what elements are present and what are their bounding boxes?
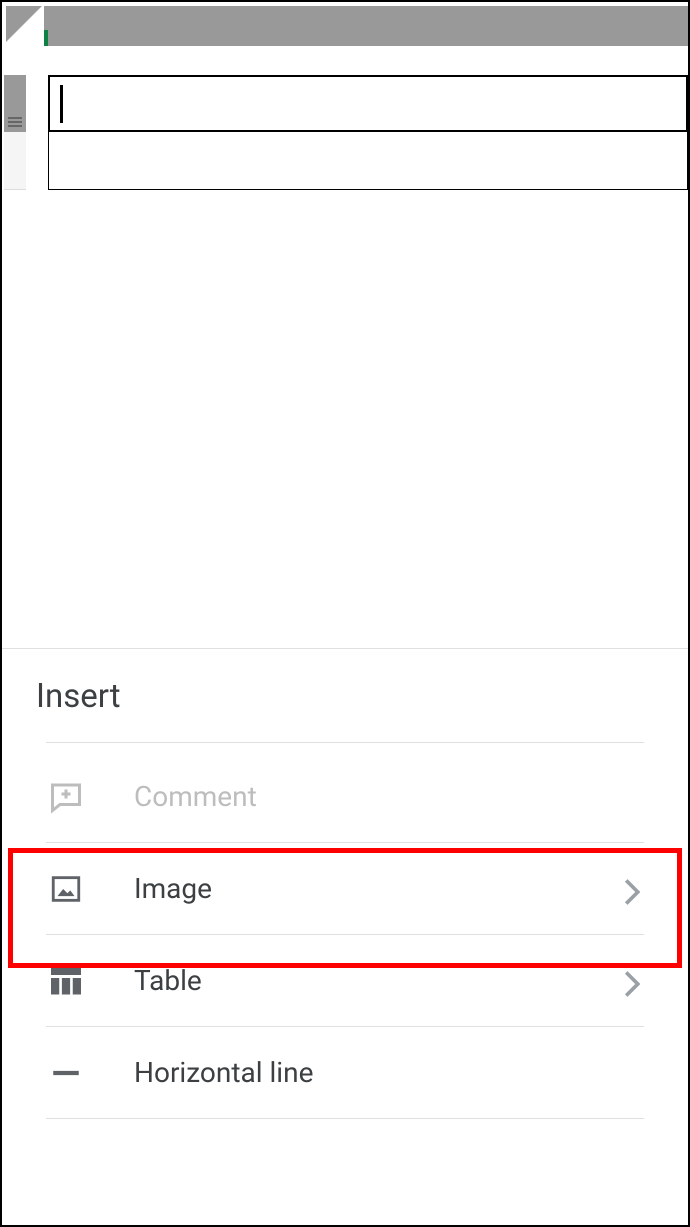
divider: [46, 742, 644, 743]
column-header-bar: [44, 6, 688, 46]
menu-item-comment: Comment: [46, 751, 644, 843]
menu-item-image[interactable]: Image: [46, 843, 644, 935]
menu-label: Horizontal line: [134, 1056, 644, 1089]
cell[interactable]: [48, 132, 688, 190]
active-cell[interactable]: [48, 75, 688, 132]
chevron-right-icon: [624, 971, 644, 991]
menu-label: Comment: [134, 780, 644, 813]
corner-cell: [6, 6, 42, 42]
document-editor-area: [2, 2, 688, 648]
drag-handle-icon: [8, 117, 22, 119]
menu-item-table[interactable]: Table: [46, 935, 644, 1027]
menu-item-horizontal-line[interactable]: Horizontal line: [46, 1027, 644, 1119]
chevron-right-icon: [624, 879, 644, 899]
menu-items-container: Comment Image: [2, 742, 688, 1119]
text-cursor: [60, 85, 63, 123]
image-icon: [46, 869, 86, 909]
menu-label: Image: [134, 872, 624, 905]
sheet-title: Insert: [2, 649, 688, 742]
horizontal-line-icon: [46, 1053, 86, 1093]
insert-menu-sheet: Insert Comment Image: [2, 648, 688, 1225]
row-header: [4, 132, 26, 190]
menu-label: Table: [134, 964, 624, 997]
cursor-marker: [44, 30, 48, 46]
comment-icon: [46, 777, 86, 817]
row-header-active: [4, 75, 26, 132]
table-icon: [46, 961, 86, 1001]
